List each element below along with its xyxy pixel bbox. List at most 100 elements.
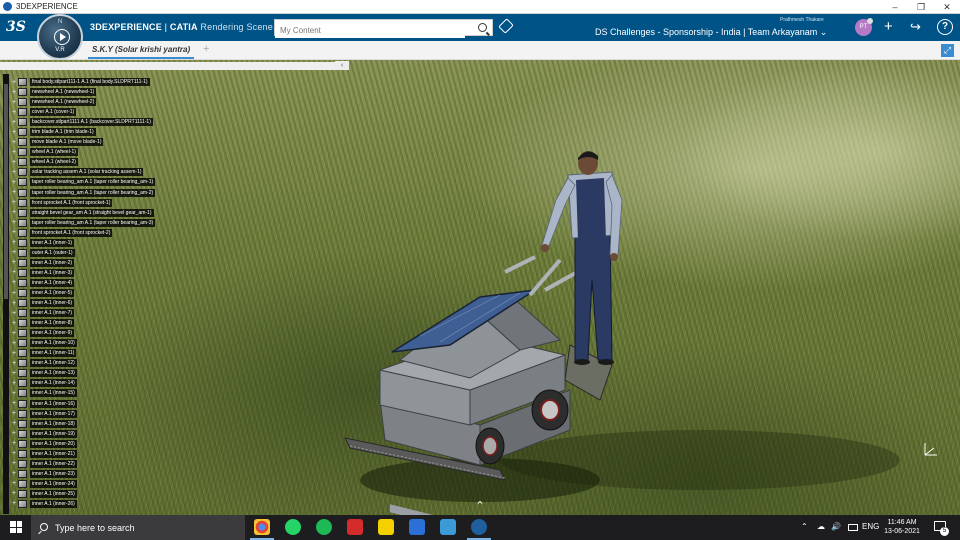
tree-item[interactable]: + inner A.1 (inner-2) [12,258,155,268]
tree-item-label: inner A.1 (inner-26) [30,499,77,508]
tree-item[interactable]: + inner A.1 (inner-21) [12,449,155,459]
network-icon[interactable]: ☁ [817,522,825,531]
tree-item[interactable]: + inner A.1 (inner-25) [12,489,155,499]
tree-item[interactable]: + inner A.1 (inner-8) [12,318,155,328]
tree-item[interactable]: + cover A.1 (cover-1) [12,107,155,117]
window-titlebar: 3DEXPERIENCE – ❐ ✕ [0,0,960,14]
taskbar-search[interactable] [31,515,245,540]
battery-icon[interactable] [848,524,858,531]
tree-item[interactable]: + front sprocket A.1 (front sprocket-1) [12,198,155,208]
tree-item[interactable]: + inner A.1 (inner-9) [12,328,155,338]
tree-item[interactable]: + inner A.1 (inner-10) [12,338,155,348]
chrome-icon[interactable] [250,519,274,540]
tree-item[interactable]: + inner A.1 (inner-7) [12,308,155,318]
part-icon [18,138,27,147]
brand-separator: | [161,22,170,32]
compass-widget[interactable]: N V.R [37,14,83,60]
maximize-button[interactable]: ❐ [908,0,934,14]
tree-item[interactable]: + inner A.1 (inner-19) [12,429,155,439]
windows-start-icon[interactable] [10,521,22,533]
tree-item[interactable]: + newwheel A.1 (newwheel-2) [12,97,155,107]
taskbar-search-input[interactable] [55,520,235,535]
user-name: Prathmesh Thakare [780,17,824,23]
tree-item-label: final body.stlpart111-1 A.1 (final body.… [30,78,150,87]
tree-item[interactable]: + front sprocket A.1 (front sprocket-2) [12,228,155,238]
tree-item[interactable]: + taper roller bearing_am A.1 (taper roll… [12,188,156,198]
viewport-up-arrow[interactable]: ⌃ [474,501,486,513]
tree-item[interactable]: + backcover.stlpart1111 A.1 (backcover.SL… [12,117,155,127]
tree-item[interactable]: + inner A.1 (inner-3) [12,268,155,278]
tree-item[interactable]: + outer A.1 (outer-1) [12,248,155,258]
minimize-button[interactable]: – [882,0,908,14]
photos-icon[interactable] [440,519,456,535]
search-box[interactable] [274,19,493,38]
volume-icon[interactable]: 🔊 [831,522,841,531]
tree-item[interactable]: + straight bevel gear_am A.1 (straight be… [12,208,155,218]
tree-item[interactable]: + inner A.1 (inner-14) [12,378,155,388]
3dexperience-icon[interactable] [467,519,491,540]
tree-item[interactable]: + wheel A.1 (wheel-2) [12,157,155,167]
tree-item[interactable]: + inner A.1 (inner-5) [12,288,155,298]
tree-item-label: move blade A.1 (move blade-1) [30,138,104,147]
tree-item[interactable]: + inner A.1 (inner-12) [12,358,155,368]
sticky-notes-icon[interactable] [378,519,394,535]
add-tab-button[interactable]: + [203,43,209,55]
plus-icon[interactable]: + [884,18,893,36]
tree-item-label: inner A.1 (inner-22) [30,459,77,468]
tree-item[interactable]: + inner A.1 (inner-20) [12,439,155,449]
tree-item[interactable]: + taper roller bearing_am A.1 (taper roll… [12,218,156,228]
tray-overflow-icon[interactable]: ⌃ [801,522,808,531]
system-clock[interactable]: 11:46 AM 13-06-2021 [877,518,927,536]
3d-viewport[interactable]: ‹ + final body.stlpart111-1 A.1 (final bo… [0,60,960,515]
part-icon [18,289,27,297]
tree-item-label: inner A.1 (inner-4) [30,278,75,287]
spotify-icon[interactable] [316,519,332,535]
tab-sky-solar-krishi-yantra[interactable]: S.K.Y (Solar krishi yantra) [88,41,195,59]
tag-icon[interactable] [498,18,514,34]
tree-scrollbar[interactable] [3,74,9,514]
news-icon[interactable] [347,519,363,535]
part-icon [18,409,27,418]
part-icon [18,369,27,378]
share-icon[interactable]: ↪ [910,18,921,36]
tree-item[interactable]: + inner A.1 (inner-24) [12,479,155,489]
tree-item[interactable]: + inner A.1 (inner-11) [12,348,155,358]
tree-item[interactable]: + inner A.1 (inner-17) [12,409,155,419]
tree-item-label: inner A.1 (inner-2) [30,258,75,267]
tree-item[interactable]: + inner A.1 (inner-16) [12,399,155,409]
tree-item-label: inner A.1 (inner-21) [30,449,77,458]
expand-icon[interactable]: ⤢ [941,44,954,57]
close-button[interactable]: ✕ [934,0,960,14]
tree-item[interactable]: + final body.stlpart111-1 A.1 (final body… [12,77,155,87]
tree-item[interactable]: + inner A.1 (inner-13) [12,368,155,378]
tree-item[interactable]: + move blade A.1 (move blade-1) [12,137,155,147]
play-icon[interactable] [54,29,70,45]
tree-item[interactable]: + inner A.1 (inner-1) [12,238,155,248]
tree-item[interactable]: + trim blade A.1 (trim blade-1) [12,127,155,137]
tree-item[interactable]: + inner A.1 (inner-15) [12,388,155,398]
tree-panel-header [0,62,349,70]
collab-space-selector[interactable]: DS Challenges - Sponsorship - India | Te… [595,27,827,38]
avatar[interactable]: PT [855,18,873,36]
collapse-tree-button[interactable]: ‹ [335,61,349,70]
tree-item[interactable]: + inner A.1 (inner-6) [12,298,155,308]
tree-item[interactable]: + solar tracking assem A.1 (solar trackin… [12,167,155,177]
app-logo-icon [3,2,12,11]
tree-item[interactable]: + inner A.1 (inner-26) [12,499,155,509]
help-icon[interactable]: ? [937,19,953,35]
edge-dev-icon[interactable] [409,519,425,535]
tree-item[interactable]: + newwheel A.1 (newwheel-1) [12,87,155,97]
avatar-initials: PT [859,24,868,30]
tree-item[interactable]: + taper roller bearing_am A.1 (taper roll… [12,177,156,187]
tree-scrollbar-thumb[interactable] [4,84,8,299]
search-input[interactable] [275,23,465,38]
compass-north-label: N [58,19,63,25]
tree-item[interactable]: + inner A.1 (inner-22) [12,459,155,469]
tree-item[interactable]: + wheel A.1 (wheel-1) [12,147,155,157]
tree-item[interactable]: + inner A.1 (inner-18) [12,419,155,429]
search-icon[interactable] [478,23,487,32]
tree-item[interactable]: + inner A.1 (inner-23) [12,469,155,479]
orientation-triad-icon[interactable] [920,440,940,460]
tree-item[interactable]: + inner A.1 (inner-4) [12,278,155,288]
whatsapp-icon[interactable] [285,519,301,535]
